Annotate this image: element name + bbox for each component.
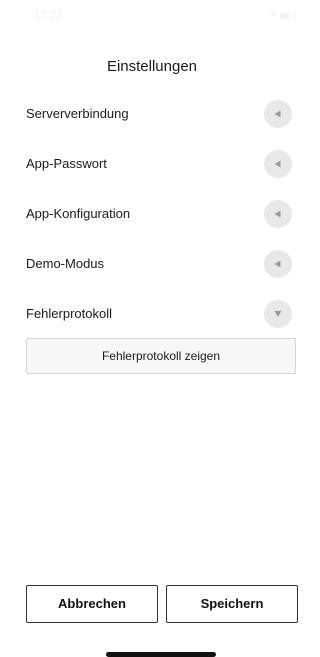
triangle-left-icon — [274, 110, 281, 118]
settings-screen: 17:22 Einstellungen Serververbindung App… — [0, 0, 304, 657]
status-icons — [268, 9, 290, 21]
triangle-down-icon — [274, 311, 282, 317]
setting-row-app-konfiguration[interactable]: App-Konfiguration — [0, 194, 304, 234]
cancel-button[interactable]: Abbrechen — [26, 585, 158, 623]
setting-label: Fehlerprotokoll — [26, 306, 112, 321]
setting-row-app-passwort[interactable]: App-Passwort — [0, 144, 304, 184]
triangle-left-icon — [274, 160, 281, 168]
status-bar: 17:22 — [0, 0, 304, 30]
status-time: 17:22 — [34, 9, 63, 21]
setting-label: App-Konfiguration — [26, 206, 131, 221]
expand-toggle-button[interactable] — [264, 250, 292, 278]
expand-toggle-button[interactable] — [264, 200, 292, 228]
page-title: Einstellungen — [106, 58, 198, 75]
setting-label: Serververbindung — [26, 106, 129, 121]
save-button[interactable]: Speichern — [166, 585, 298, 623]
expand-toggle-button[interactable] — [264, 100, 292, 128]
collapse-toggle-button[interactable] — [264, 300, 292, 328]
triangle-left-icon — [274, 260, 281, 268]
setting-row-fehlerprotokoll[interactable]: Fehlerprotokoll — [0, 294, 304, 334]
setting-row-demo-modus[interactable]: Demo-Modus — [0, 244, 304, 284]
setting-row-serververbindung[interactable]: Serververbindung — [0, 94, 304, 134]
triangle-left-icon — [274, 210, 281, 218]
wifi-battery-icon — [268, 11, 289, 19]
show-error-log-button[interactable]: Fehlerprotokoll zeigen — [26, 338, 296, 374]
setting-label: App-Passwort — [26, 156, 107, 171]
setting-label: Demo-Modus — [26, 256, 105, 271]
expand-toggle-button[interactable] — [264, 150, 292, 178]
home-indicator — [106, 652, 216, 657]
